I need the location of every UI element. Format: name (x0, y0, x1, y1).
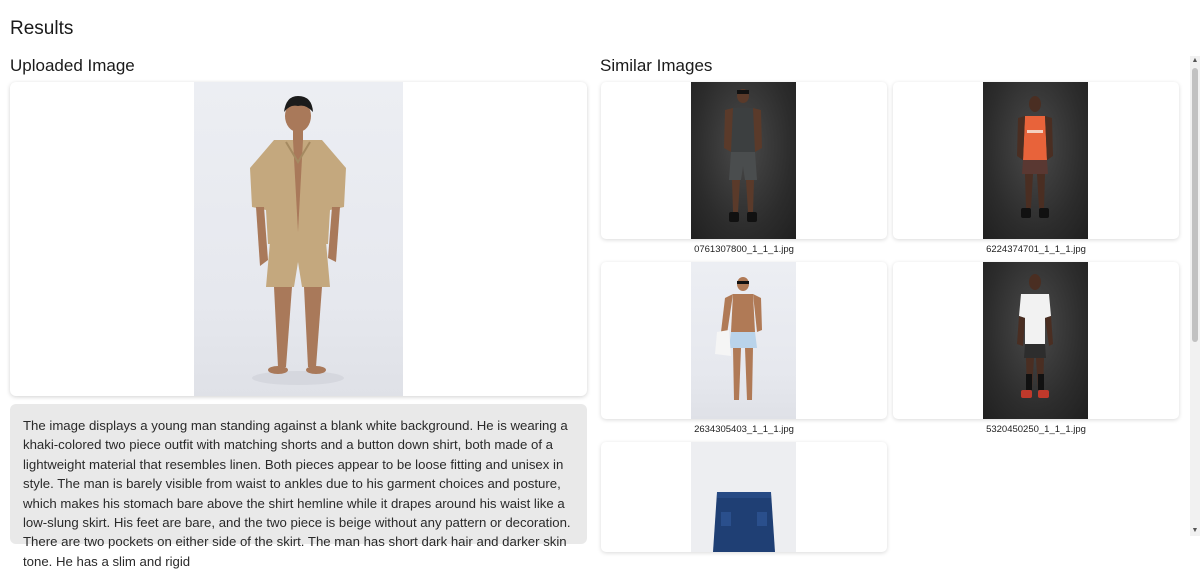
similar-image-filename: 2634305403_1_1_1.jpg (694, 424, 794, 435)
scroll-up-arrow-icon[interactable]: ▲ (1190, 56, 1200, 66)
similar-photo (983, 262, 1088, 419)
similar-image-card[interactable] (893, 82, 1179, 239)
similar-image-card[interactable] (601, 262, 887, 419)
scrollbar-thumb[interactable] (1192, 68, 1198, 342)
similar-photo (691, 262, 796, 419)
similar-image-filename: 0761307800_1_1_1.jpg (694, 244, 794, 255)
results-title: Results (10, 18, 74, 39)
similar-images-title: Similar Images (600, 56, 713, 75)
image-description: The image displays a young man standing … (10, 404, 587, 569)
uploaded-photo (194, 82, 403, 396)
page-scrollbar[interactable]: ▲ ▼ (1190, 56, 1200, 536)
uploaded-image-card (10, 82, 587, 396)
similar-photo (983, 82, 1088, 239)
similar-image-filename: 5320450250_1_1_1.jpg (986, 424, 1086, 435)
similar-image-card[interactable] (893, 262, 1179, 419)
similar-photo (691, 82, 796, 239)
similar-image-filename: 6224374701_1_1_1.jpg (986, 244, 1086, 255)
similar-image-card[interactable] (601, 82, 887, 239)
uploaded-image-title: Uploaded Image (10, 56, 135, 75)
scroll-down-arrow-icon[interactable]: ▼ (1190, 526, 1200, 536)
